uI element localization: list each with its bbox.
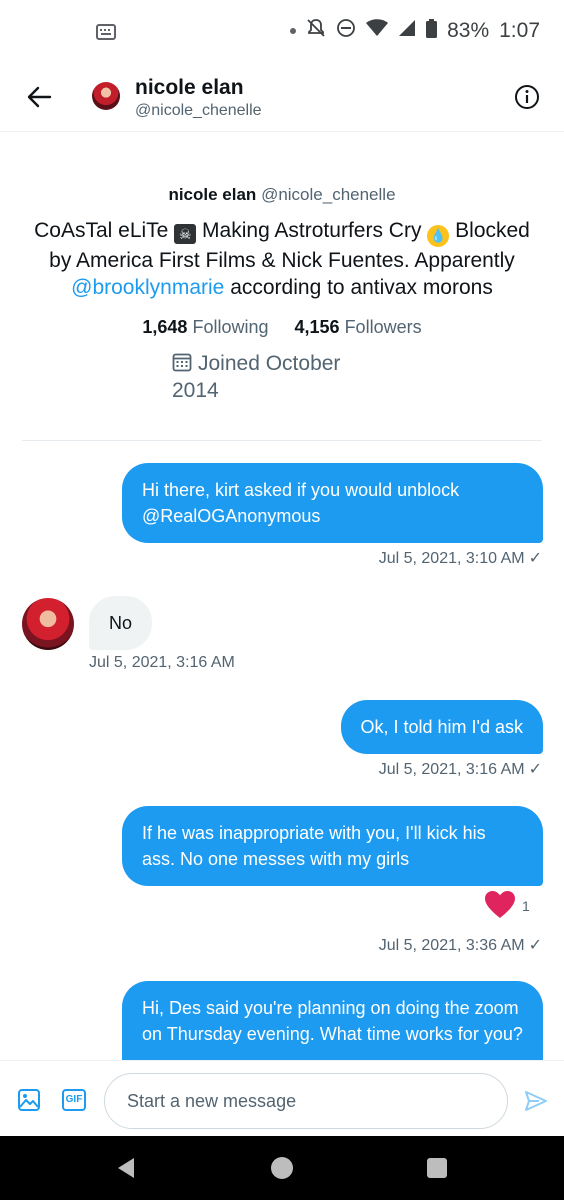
following-label: Following bbox=[192, 317, 269, 337]
wifi-icon bbox=[366, 19, 389, 43]
joined-date: Joined October 2014 bbox=[172, 350, 372, 404]
nav-home-icon[interactable] bbox=[271, 1157, 293, 1179]
reaction-count: 1 bbox=[522, 898, 530, 914]
following-stat[interactable]: 1,648 Following bbox=[142, 317, 268, 338]
followers-count: 4,156 bbox=[294, 317, 340, 337]
clock: 1:07 bbox=[499, 19, 540, 42]
signal-icon bbox=[398, 19, 416, 43]
message-composer: GIF bbox=[0, 1060, 564, 1136]
heart-icon bbox=[484, 890, 516, 922]
profile-stats: 1,648 Following 4,156 Followers bbox=[0, 317, 564, 338]
followers-stat[interactable]: 4,156 Followers bbox=[295, 317, 422, 338]
timestamp-text: Jul 5, 2021, 3:36 AM bbox=[378, 937, 525, 954]
joined-text: Joined October 2014 bbox=[172, 352, 341, 402]
message-bubble-outgoing[interactable]: Hi there, kirt asked if you would unbloc… bbox=[122, 463, 543, 543]
status-bar: 83% 1:07 bbox=[0, 0, 564, 64]
avatar[interactable] bbox=[92, 82, 120, 110]
battery-icon bbox=[426, 18, 438, 44]
profile-summary: nicole elan @nicole_chenelle CoAsTal eLi… bbox=[0, 185, 564, 404]
header-name[interactable]: nicole elan bbox=[135, 76, 244, 100]
header-handle[interactable]: @nicole_chenelle bbox=[135, 102, 262, 120]
message-timestamp: Jul 5, 2021, 3:36 AM ✓ bbox=[379, 935, 542, 955]
image-icon[interactable] bbox=[18, 1089, 40, 1111]
message-timestamp: Jul 5, 2021, 3:10 AM ✓ bbox=[379, 548, 542, 568]
message-bubble-outgoing[interactable]: If he was inappropriate with you, I'll k… bbox=[122, 806, 543, 886]
message-timestamp: Jul 5, 2021, 3:16 AM ✓ bbox=[379, 759, 542, 779]
bio-text: according to antivax morons bbox=[230, 276, 493, 299]
message-input[interactable] bbox=[104, 1073, 508, 1129]
bio-text: Making Astroturfers Cry bbox=[202, 219, 422, 242]
checkmark-icon: ✓ bbox=[528, 550, 542, 567]
calendar-icon bbox=[172, 352, 192, 372]
profile-bio: CoAsTal eLiTe ☠ Making Astroturfers Cry … bbox=[32, 217, 532, 301]
message-bubble-outgoing[interactable]: Ok, I told him I'd ask bbox=[340, 700, 543, 754]
keyboard-notification-icon bbox=[96, 24, 116, 45]
timestamp-text: Jul 5, 2021, 3:10 AM bbox=[378, 550, 525, 567]
info-icon[interactable] bbox=[514, 84, 540, 110]
status-icons: 83% 1:07 bbox=[290, 18, 540, 44]
bio-mention-link[interactable]: @brooklynmarie bbox=[71, 276, 224, 299]
conversation-header: nicole elan @nicole_chenelle bbox=[0, 64, 564, 132]
crying-face-icon: 💧 bbox=[427, 225, 450, 247]
checkmark-icon: ✓ bbox=[528, 761, 542, 778]
divider bbox=[22, 440, 542, 441]
following-count: 1,648 bbox=[142, 317, 188, 337]
checkmark-icon: ✓ bbox=[528, 937, 542, 954]
back-arrow-icon[interactable] bbox=[24, 82, 54, 112]
profile-handle[interactable]: @nicole_chenelle bbox=[261, 185, 395, 204]
system-nav-bar bbox=[0, 1136, 564, 1200]
mute-icon bbox=[306, 18, 326, 44]
dnd-icon bbox=[336, 18, 356, 44]
message-bubble-incoming[interactable]: No bbox=[89, 596, 153, 650]
battery-percent: 83% bbox=[447, 19, 490, 42]
gif-icon[interactable]: GIF bbox=[62, 1089, 86, 1111]
followers-label: Followers bbox=[344, 317, 422, 337]
message-timestamp: Jul 5, 2021, 3:16 AM bbox=[89, 654, 235, 671]
skull-crossbones-icon: ☠ bbox=[174, 224, 197, 244]
timestamp-text: Jul 5, 2021, 3:16 AM bbox=[378, 761, 525, 778]
nav-back-icon[interactable] bbox=[114, 1156, 138, 1180]
message-reaction[interactable]: 1 bbox=[484, 890, 530, 922]
profile-name[interactable]: nicole elan bbox=[168, 185, 256, 204]
send-icon[interactable] bbox=[524, 1089, 548, 1113]
sender-avatar[interactable] bbox=[22, 598, 74, 650]
nav-recents-icon[interactable] bbox=[427, 1158, 447, 1178]
bio-text: CoAsTal eLiTe bbox=[34, 219, 169, 242]
profile-nameline[interactable]: nicole elan @nicole_chenelle bbox=[0, 185, 564, 205]
notification-dot-icon bbox=[290, 28, 297, 34]
